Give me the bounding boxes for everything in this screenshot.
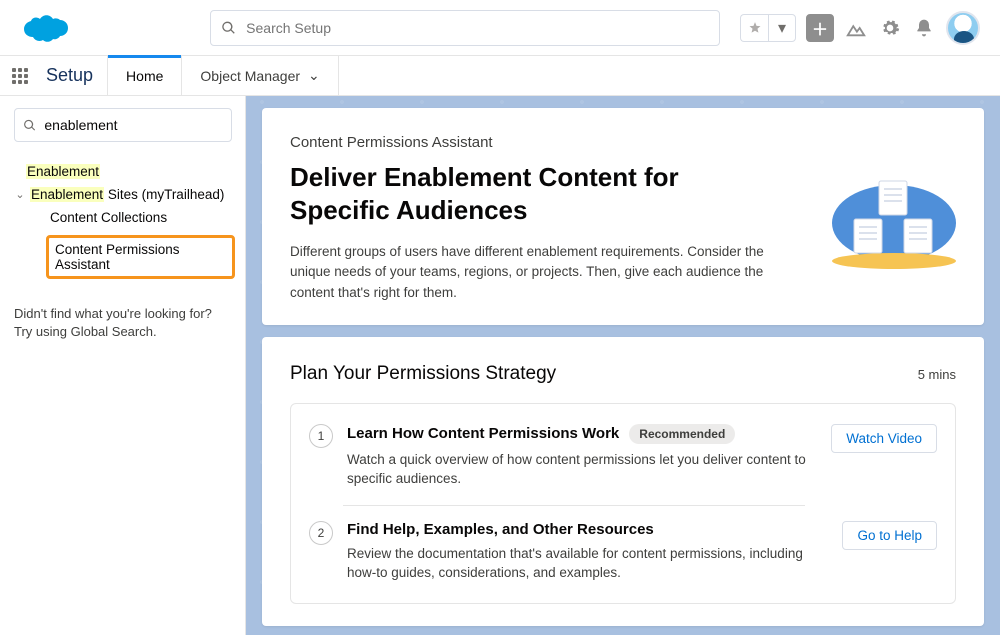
tree-label: Content Collections [50,210,167,225]
app-launcher-icon[interactable] [0,56,40,95]
chevron-down-icon: ⌄ [14,188,26,201]
app-name: Setup [40,56,107,95]
tree-item-enablement[interactable]: Enablement [14,160,235,183]
tab-object-manager[interactable]: Object Manager ⌄ [181,56,338,95]
step-title: Find Help, Examples, and Other Resources [347,521,654,538]
quick-find[interactable] [14,108,232,142]
tree-item-content-permissions-assistant[interactable]: Content Permissions Assistant [14,229,235,283]
page-title: Deliver Enablement Content for Specific … [290,161,784,226]
watch-video-button[interactable]: Watch Video [831,424,937,453]
add-icon[interactable]: ＋ [806,14,834,42]
step-item: 2 Find Help, Examples, and Other Resourc… [291,505,955,599]
bell-icon[interactable] [912,16,936,40]
tab-label: Object Manager [200,68,300,84]
setup-sidebar: Enablement ⌄ Enablement Sites (myTrailhe… [0,96,246,635]
tree-label: Enablement [26,164,100,179]
documents-illustration [824,163,964,273]
global-header: ▾ ＋ [0,0,1000,56]
secondary-nav: Setup Home Object Manager ⌄ [0,56,1000,96]
setup-tree: Enablement ⌄ Enablement Sites (myTrailhe… [14,160,235,283]
step-description: Review the documentation that's availabl… [347,544,827,583]
quick-find-input[interactable] [44,117,223,133]
main-content: Content Permissions Assistant Deliver En… [246,96,1000,635]
search-icon [23,118,36,133]
section-time: 5 mins [918,367,956,382]
star-icon[interactable] [740,14,768,42]
footer-line: Try using Global Search. [14,323,235,341]
step-list: 1 Learn How Content Permissions Work Rec… [290,403,956,604]
sidebar-footer: Didn't find what you're looking for? Try… [14,305,235,341]
gear-icon[interactable] [878,16,902,40]
footer-line: Didn't find what you're looking for? [14,305,235,323]
search-icon [221,20,236,36]
tree-item-content-collections[interactable]: Content Collections [14,206,235,229]
step-description: Watch a quick overview of how content pe… [347,450,817,489]
tree-item-enablement-sites[interactable]: ⌄ Enablement Sites (myTrailhead) [14,183,235,206]
step-number: 2 [309,521,333,545]
hero-card: Content Permissions Assistant Deliver En… [262,108,984,325]
tree-label: Enablement Sites (myTrailhead) [30,187,224,202]
go-to-help-button[interactable]: Go to Help [842,521,937,550]
global-search-input[interactable] [246,20,709,36]
chevron-down-icon: ⌄ [308,67,320,84]
section-header: Plan Your Permissions Strategy 5 mins [290,363,956,385]
tab-label: Home [126,68,163,84]
header-utility-icons: ▾ ＋ [740,11,980,45]
global-search[interactable] [210,10,720,46]
chevron-down-icon[interactable]: ▾ [768,14,796,42]
strategy-card: Plan Your Permissions Strategy 5 mins 1 … [262,337,984,626]
page-eyebrow: Content Permissions Assistant [290,134,784,151]
step-number: 1 [309,424,333,448]
recommended-badge: Recommended [629,424,735,444]
favorites-split-button[interactable]: ▾ [740,14,796,42]
page-description: Different groups of users have different… [290,242,784,303]
step-item: 1 Learn How Content Permissions Work Rec… [291,408,955,505]
tab-home[interactable]: Home [107,56,181,95]
user-avatar[interactable] [946,11,980,45]
tree-label: Content Permissions Assistant [46,235,235,279]
section-title: Plan Your Permissions Strategy [290,363,556,385]
step-title: Learn How Content Permissions Work [347,425,619,442]
trailhead-icon[interactable] [844,16,868,40]
salesforce-logo [20,11,70,45]
